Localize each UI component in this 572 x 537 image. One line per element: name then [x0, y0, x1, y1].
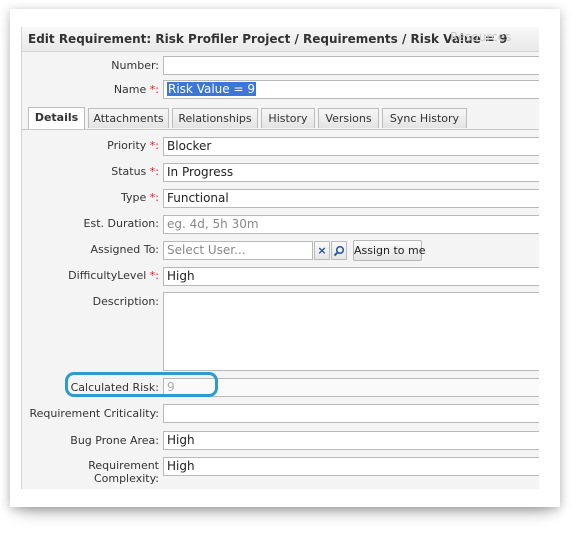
priority-select[interactable]: Blocker: [163, 137, 539, 156]
complexity-select[interactable]: High: [163, 457, 539, 476]
calculated-risk-field: 9: [163, 378, 539, 397]
tab-sync-history[interactable]: Sync History: [382, 108, 467, 128]
criticality-select[interactable]: [163, 404, 539, 423]
criticality-label: Requirement Criticality:: [29, 407, 160, 420]
priority-label: Priority *:: [107, 139, 159, 152]
name-label: Name *:: [113, 83, 159, 96]
description-label: Description:: [92, 295, 159, 308]
difficulty-label: DifficultyLevel *:: [68, 269, 159, 282]
assign-to-me-button[interactable]: Assign to me: [353, 240, 426, 261]
background-text: Resources: [450, 30, 512, 44]
type-label: Type *:: [121, 191, 159, 204]
search-icon[interactable]: [331, 241, 347, 260]
assigned-user-input[interactable]: Select User...: [163, 241, 313, 260]
tab-bar: Details Attachments Relationships Histor…: [22, 106, 539, 130]
assigned-to-label: Assigned To:: [90, 243, 159, 256]
tab-details[interactable]: Details: [28, 107, 85, 129]
number-label: Number:: [111, 59, 159, 72]
dialog-title: Edit Requirement: Risk Profiler Project …: [28, 32, 508, 46]
edit-requirement-dialog: Edit Requirement: Risk Profiler Project …: [21, 27, 539, 489]
name-field[interactable]: Risk Value = 9: [163, 80, 539, 99]
tab-versions[interactable]: Versions: [318, 108, 379, 128]
description-textarea[interactable]: [163, 292, 539, 371]
dialog-titlebar[interactable]: Edit Requirement: Risk Profiler Project …: [22, 27, 539, 52]
clear-icon[interactable]: ×: [314, 241, 330, 260]
difficulty-select[interactable]: High: [163, 267, 539, 286]
complexity-label: Requirement Complexity:: [88, 459, 159, 485]
est-duration-label: Est. Duration:: [83, 217, 159, 230]
tab-attachments[interactable]: Attachments: [88, 108, 169, 128]
type-select[interactable]: Functional: [163, 189, 539, 208]
bug-prone-select[interactable]: High: [163, 431, 539, 450]
tab-relationships[interactable]: Relationships: [172, 108, 258, 128]
bug-prone-label: Bug Prone Area:: [70, 434, 159, 447]
calculated-risk-highlight: [65, 372, 218, 397]
status-select[interactable]: In Progress: [163, 163, 539, 182]
tab-history[interactable]: History: [261, 108, 315, 128]
status-label: Status *:: [111, 165, 159, 178]
est-duration-input[interactable]: eg. 4d, 5h 30m: [163, 215, 539, 234]
number-field[interactable]: [163, 56, 539, 75]
